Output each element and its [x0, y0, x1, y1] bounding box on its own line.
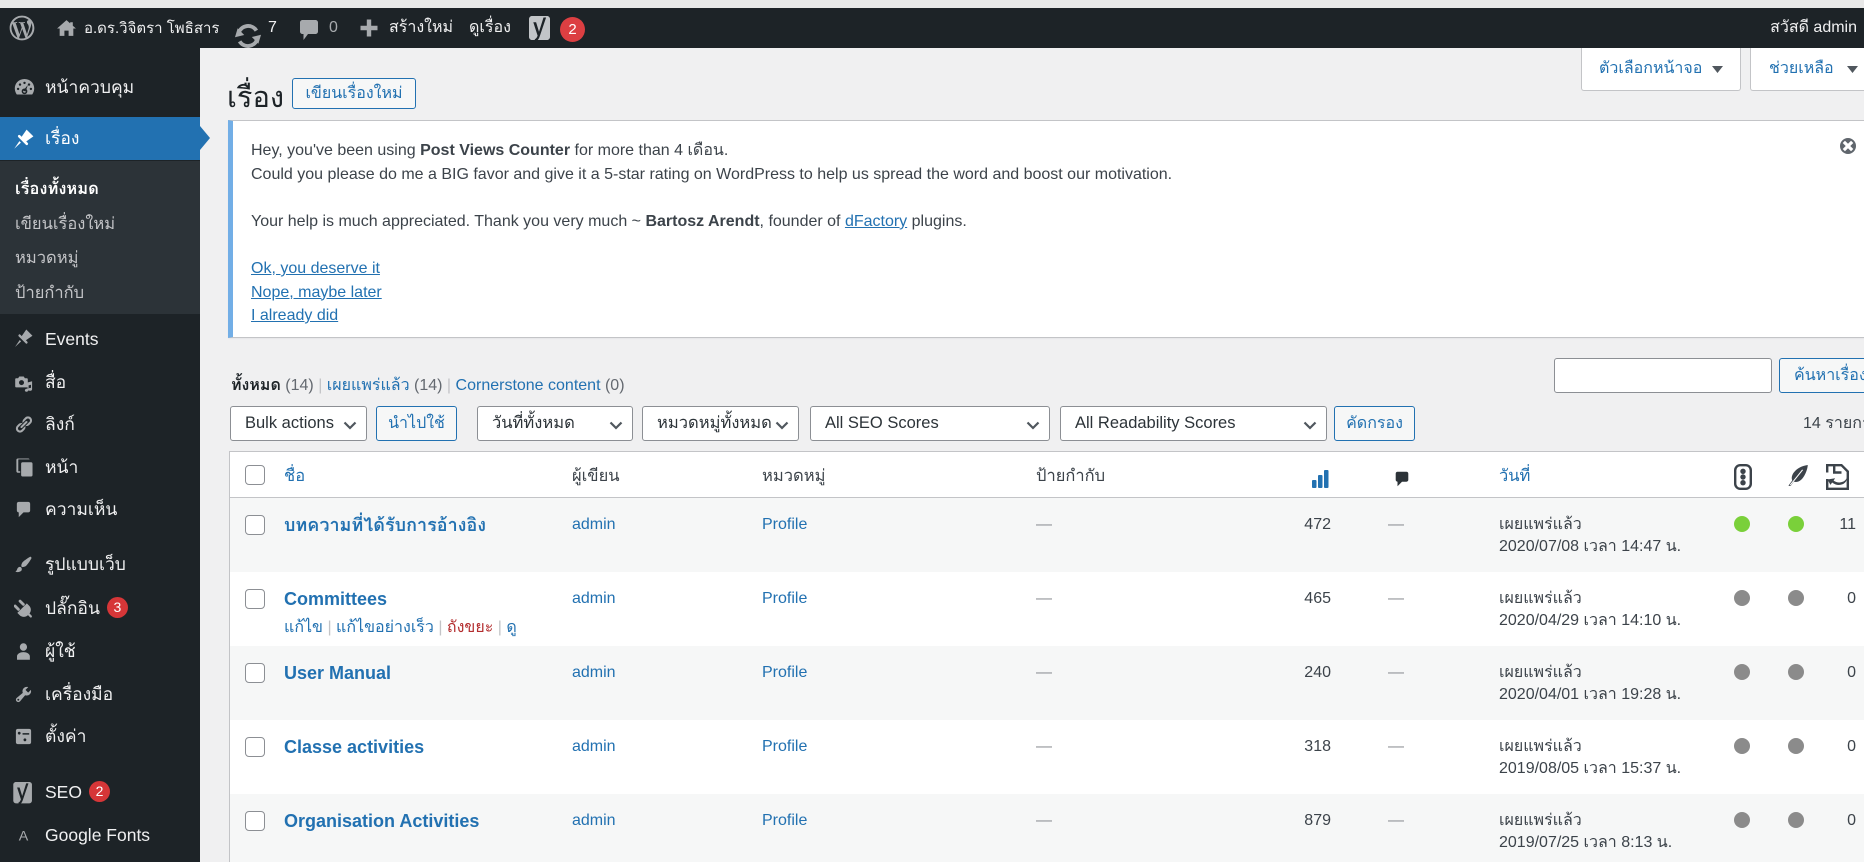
svg-text:A: A	[19, 828, 29, 844]
